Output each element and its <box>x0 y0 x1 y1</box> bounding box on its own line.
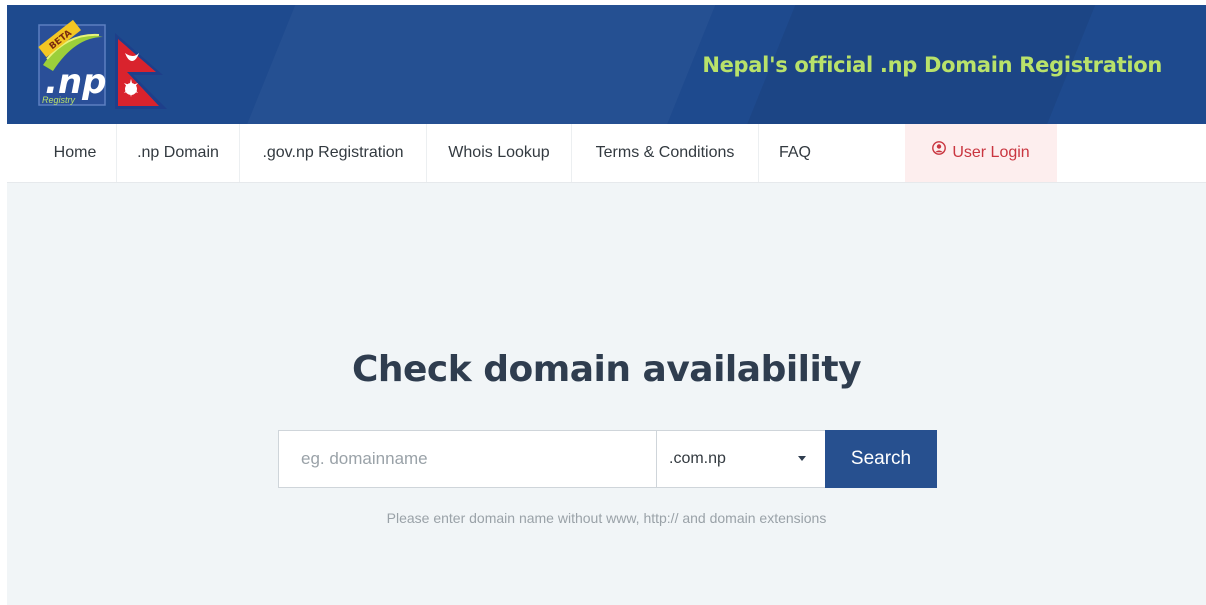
nav-item-np-domain[interactable]: .np Domain <box>117 124 239 182</box>
site-logo[interactable]: BETA .np Registry <box>37 19 177 111</box>
page: BETA .np Registry Nepal's official .np D… <box>7 5 1206 605</box>
search-hint: Please enter domain name without www, ht… <box>386 510 827 526</box>
nav-item-terms-conditions[interactable]: Terms & Conditions <box>572 124 758 182</box>
nav-item-faq[interactable]: FAQ <box>759 124 831 182</box>
user-login-label: User Login <box>952 144 1030 161</box>
header-decoration <box>223 5 732 124</box>
domain-search-form: .com.np Search <box>278 430 937 488</box>
nav-item-home[interactable]: Home <box>40 124 110 182</box>
np-registry-logo-icon: BETA .np Registry <box>38 19 167 109</box>
domain-extension-value: .com.np <box>669 450 726 467</box>
user-circle-icon <box>932 122 947 180</box>
user-login-button[interactable]: User Login <box>905 124 1057 182</box>
nav-item-whois-lookup[interactable]: Whois Lookup <box>427 124 571 182</box>
nav-item-gov-np-registration[interactable]: .gov.np Registration <box>240 124 426 182</box>
nepal-flag-icon <box>115 33 167 109</box>
site-tagline: Nepal's official .np Domain Registration <box>702 53 1162 77</box>
site-header: BETA .np Registry Nepal's official .np D… <box>7 5 1206 124</box>
chevron-down-icon <box>798 456 806 461</box>
page-title: Check domain availability <box>351 349 862 390</box>
domain-extension-select[interactable]: .com.np <box>656 430 827 488</box>
domain-search-input[interactable] <box>278 430 679 488</box>
search-button[interactable]: Search <box>825 430 937 488</box>
main-nav: Home .np Domain .gov.np Registration Who… <box>7 124 1206 183</box>
logo-subtext: Registry <box>42 95 76 105</box>
